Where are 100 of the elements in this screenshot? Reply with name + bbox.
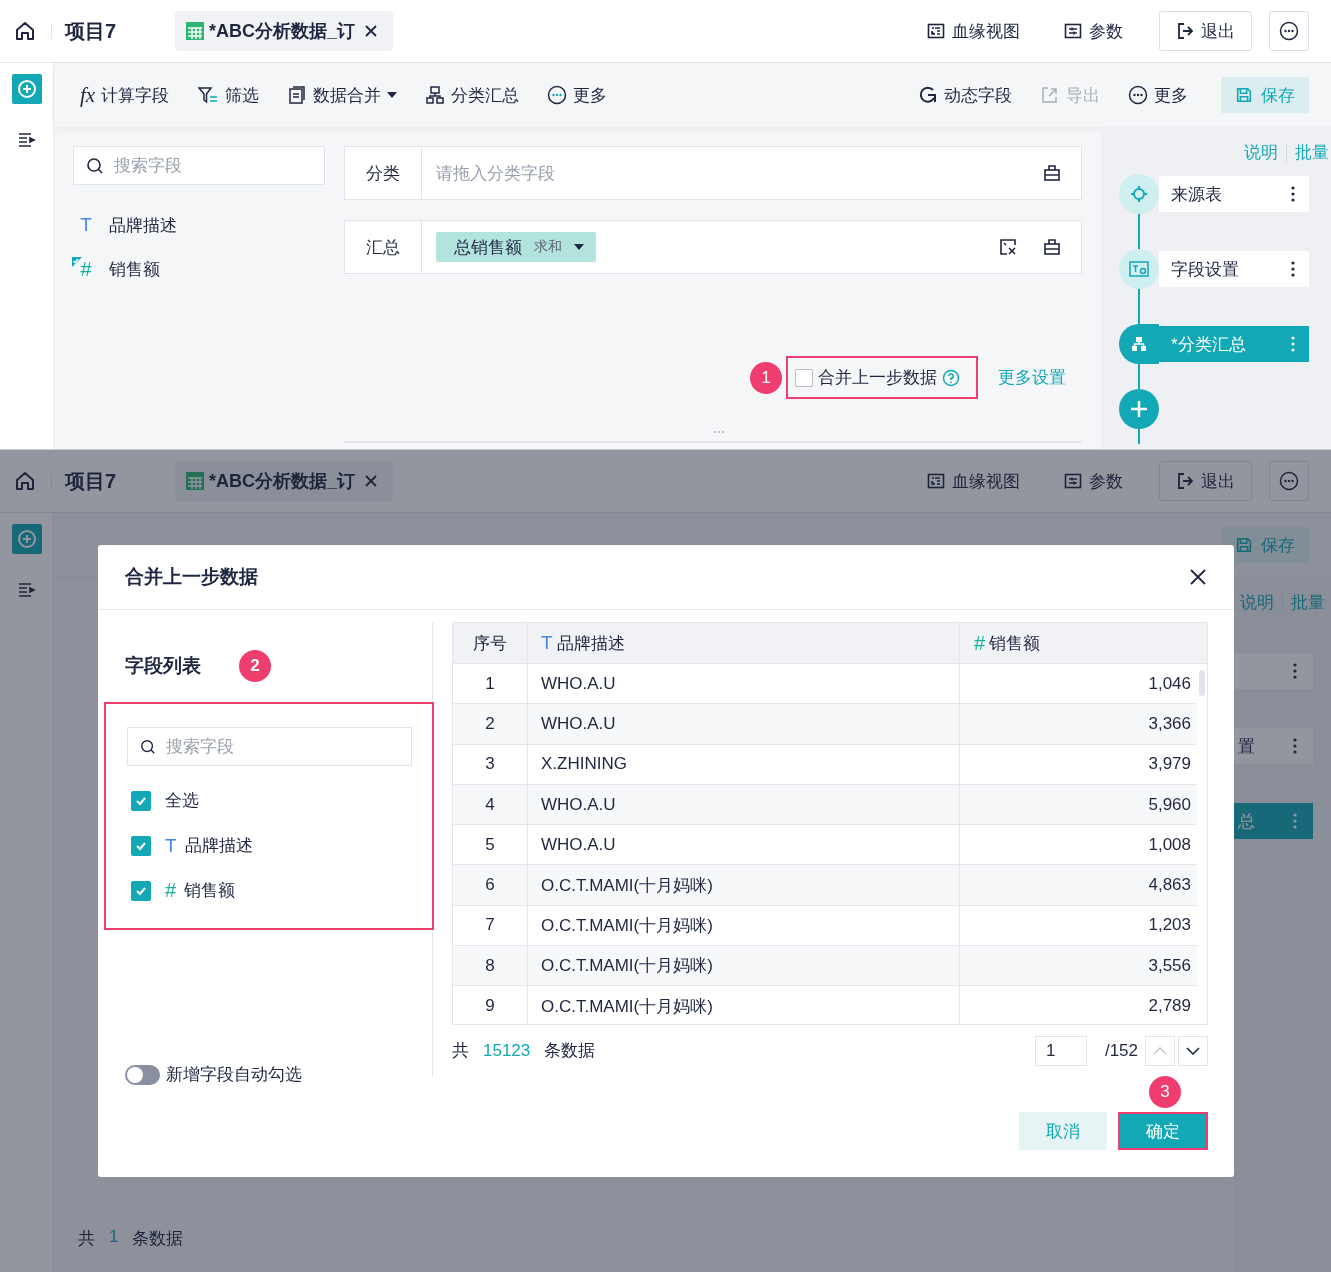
toolbar-button[interactable]: 更多 [547,83,608,107]
toolbox-icon[interactable] [1043,238,1061,256]
add-icon[interactable] [11,74,42,104]
table-icon [185,471,205,491]
scrollbar-thumb[interactable] [1199,670,1205,696]
checkbox[interactable] [795,368,813,387]
next-page-button[interactable] [1178,1035,1208,1066]
toolbar-button[interactable]: 动态字段 [918,83,1012,107]
header-button[interactable]: 参数 [1058,18,1129,44]
help-icon[interactable] [942,368,960,387]
table-cell: O.C.T.MAMI(十月妈咪) [528,986,960,1024]
step-badge: 2 [239,650,271,682]
header-button[interactable]: 退出 [1159,461,1252,501]
option-label: 合并上一步数据 [818,367,937,389]
header-button[interactable]: 血缘视图 [921,18,1026,44]
merge-option[interactable]: 合并上一步数据 [786,356,978,399]
project-name: 项目7 [65,18,118,44]
table-cell: 3 [453,744,528,784]
row-label: 汇总 [345,221,422,273]
close-icon[interactable] [365,25,377,37]
step-icon[interactable] [1119,249,1159,289]
table-icon [185,21,205,41]
count-suffix: 条数据 [132,1228,184,1250]
add-step-icon[interactable] [1119,389,1159,429]
search-field[interactable]: 搜索字段 [127,727,412,766]
params-icon [1064,22,1082,40]
step-item[interactable]: 来源表 [1159,176,1309,212]
header-button[interactable]: 血缘视图 [921,468,1026,494]
refresh-icon [918,85,938,105]
option-label: 品牌描述 [184,835,253,857]
save-icon [1235,536,1253,554]
table-cell-text: 3,366 [1147,712,1192,735]
field-type-icon: T [541,632,553,654]
header-button[interactable]: 参数 [1058,468,1129,494]
toolbar-button[interactable]: 分类汇总 [425,83,520,107]
exit-icon [1176,22,1194,40]
more-icon [547,85,568,105]
document-icon [287,85,308,105]
option-label: 销售额 [184,880,236,902]
kebab-icon[interactable] [1291,261,1295,277]
toolbox-icon[interactable] [1043,164,1061,182]
clear-icon[interactable] [999,238,1017,256]
add-icon[interactable] [11,524,42,554]
toggle-switch[interactable] [125,1064,160,1085]
lineage-icon [927,472,945,490]
table-cell: 9 [453,986,528,1024]
formula-icon: fx [80,82,96,108]
drop-placeholder: 请拖入分类字段 [436,162,555,185]
field-name[interactable]: 销售额 [109,257,160,281]
toolbar-button[interactable]: 数据合并 [287,83,398,107]
close-icon[interactable] [1190,569,1206,585]
field-type-icon: # [80,257,92,281]
more-button[interactable] [1269,11,1309,51]
field-type-icon: # [165,879,177,902]
step-icon[interactable] [1119,324,1159,364]
chevron-down-icon [1186,1046,1200,1055]
home-icon[interactable] [13,19,37,43]
exit-icon [1176,472,1194,490]
page-total: /152 [1104,1040,1138,1061]
more-icon [1279,21,1299,41]
header-button[interactable]: 退出 [1159,11,1252,51]
toolbar-button[interactable]: fx 计算字段 [80,82,170,108]
table-cell: O.C.T.MAMI(十月妈咪) [528,865,960,905]
export-icon [1040,85,1060,105]
column-header: 序号 [473,632,507,655]
file-tab[interactable]: *ABC分析数据_订 [175,461,393,501]
step-item[interactable]: 置 [1234,728,1313,764]
outline-icon[interactable] [16,130,37,150]
search-input[interactable]: 搜索字段 [112,147,312,184]
more-icon [1279,471,1299,491]
table-cell: 6 [453,865,528,905]
table-cell: WHO.A.U [528,704,960,744]
checkbox[interactable] [131,790,151,811]
search-input[interactable]: 搜索字段 [164,728,399,765]
toolbar-button[interactable]: 筛选 [197,83,260,107]
step-item[interactable]: 字段设置 [1159,251,1309,287]
caret-icon [387,92,398,98]
step-icon[interactable] [1119,174,1159,214]
checkbox[interactable] [131,835,151,856]
table-cell-text: 3,556 [1147,954,1192,977]
more-icon [1128,85,1148,105]
drop-zone[interactable]: 总销售额 求和 [422,221,1081,273]
hierarchy-icon [425,85,446,105]
project-name: 项目7 [65,468,118,494]
field-name[interactable]: 品牌描述 [109,213,177,237]
search-field[interactable]: 搜索字段 [73,146,325,185]
search-icon [140,738,156,755]
option-label: 全选 [165,790,199,812]
file-tab[interactable]: *ABC分析数据_订 [175,11,393,51]
caret-icon [574,244,584,250]
kebab-icon[interactable] [1291,186,1295,202]
checkbox[interactable] [131,880,151,901]
count-prefix: 共 [452,1040,469,1062]
toolbar-button[interactable]: 更多 [1128,83,1188,107]
table-cell: 2 [453,704,528,744]
dialog-title: 合并上一步数据 [125,565,258,589]
page-input[interactable]: 1 [1034,1035,1087,1066]
lineage-icon [927,22,945,40]
toggle-label: 新增字段自动勾选 [166,1064,302,1086]
field-chip[interactable]: 总销售额 求和 [436,232,596,262]
